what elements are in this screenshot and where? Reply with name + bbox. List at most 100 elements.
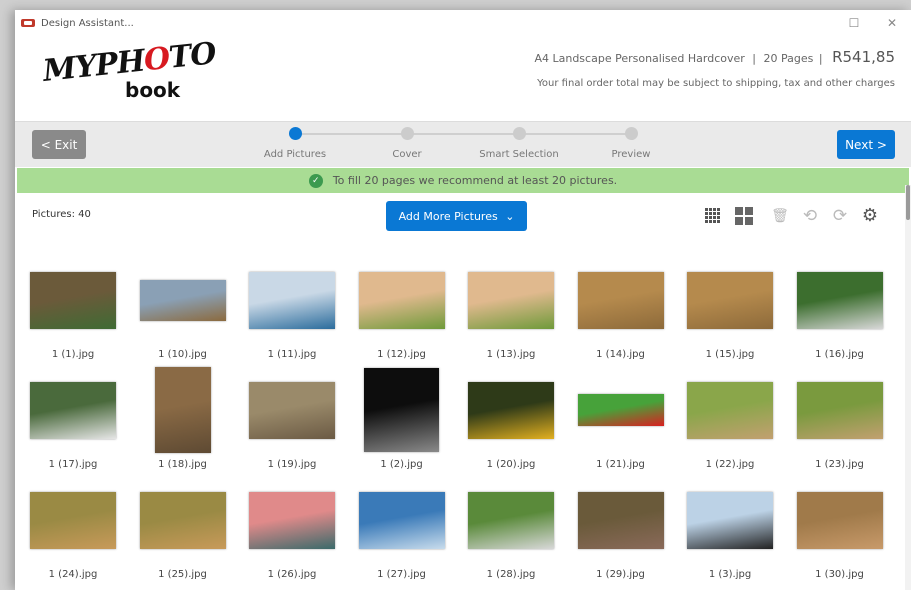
settings-gear-icon[interactable]: ⚙ bbox=[855, 205, 885, 226]
photo-image[interactable] bbox=[796, 271, 883, 329]
app-icon bbox=[21, 17, 35, 29]
photo-thumbnail[interactable]: 1 (11).jpg bbox=[242, 255, 342, 360]
photo-image[interactable] bbox=[139, 279, 226, 321]
photo-filename: 1 (18).jpg bbox=[158, 459, 207, 470]
photo-thumbnail[interactable]: 1 (2).jpg bbox=[352, 365, 452, 470]
photo-filename: 1 (20).jpg bbox=[486, 459, 536, 470]
maximize-icon[interactable]: ☐ bbox=[835, 16, 873, 30]
product-description: A4 Landscape Personalised Hardcover bbox=[534, 52, 745, 65]
photo-filename: 1 (2).jpg bbox=[380, 459, 423, 470]
photo-image[interactable] bbox=[358, 271, 445, 329]
photo-thumbnail[interactable]: 1 (29).jpg bbox=[571, 475, 671, 580]
photo-filename: 1 (14).jpg bbox=[596, 349, 645, 360]
photo-image[interactable] bbox=[687, 381, 773, 439]
photo-filename: 1 (29).jpg bbox=[596, 569, 645, 580]
photo-thumbnail[interactable]: 1 (25).jpg bbox=[133, 475, 233, 580]
photo-filename: 1 (22).jpg bbox=[705, 459, 755, 470]
photo-filename: 1 (26).jpg bbox=[267, 569, 317, 580]
photo-thumbnail[interactable]: 1 (14).jpg bbox=[571, 255, 671, 360]
rotate-left-icon[interactable]: ⟲ bbox=[795, 206, 825, 226]
photo-thumbnail[interactable]: 1 (15).jpg bbox=[680, 255, 780, 360]
photo-image[interactable] bbox=[468, 381, 554, 439]
photo-image[interactable] bbox=[249, 491, 335, 549]
price: R541,85 bbox=[832, 48, 895, 66]
photo-image[interactable] bbox=[30, 491, 116, 549]
photo-thumbnail[interactable]: 1 (23).jpg bbox=[790, 365, 890, 470]
photo-thumbnail[interactable]: 1 (13).jpg bbox=[461, 255, 561, 360]
photo-image[interactable] bbox=[249, 381, 335, 439]
photo-image[interactable] bbox=[577, 271, 664, 329]
photo-filename: 1 (23).jpg bbox=[815, 459, 864, 470]
photo-thumbnail[interactable]: 1 (24).jpg bbox=[23, 475, 123, 580]
picture-toolbar: Pictures: 40 Add More Pictures ⌄ 🗑 ⟲ ⟳ ⚙ bbox=[15, 200, 911, 232]
photo-filename: 1 (13).jpg bbox=[486, 349, 536, 360]
window-title: Design Assistant... bbox=[41, 17, 134, 29]
app-window: Design Assistant... ☐ ✕ MYPHOTO book A4 … bbox=[15, 10, 911, 590]
photo-image[interactable] bbox=[796, 491, 883, 549]
photo-thumbnail[interactable]: 1 (19).jpg bbox=[242, 365, 342, 470]
vertical-scrollbar[interactable] bbox=[905, 185, 911, 590]
exit-button[interactable]: < Exit bbox=[32, 130, 86, 159]
wizard-stepper: Add Pictures Cover Smart Selection Previ… bbox=[264, 127, 675, 165]
check-circle-icon: ✓ bbox=[308, 173, 323, 188]
photo-thumbnail[interactable]: 1 (3).jpg bbox=[680, 475, 780, 580]
photo-filename: 1 (24).jpg bbox=[48, 569, 98, 580]
photo-thumbnail[interactable]: 1 (12).jpg bbox=[352, 255, 452, 360]
scrollbar-thumb[interactable] bbox=[906, 185, 910, 220]
myphotobook-logo: MYPHOTO book bbox=[41, 36, 218, 102]
photo-thumbnail[interactable]: 1 (18).jpg bbox=[133, 365, 233, 470]
photo-filename: 1 (15).jpg bbox=[705, 349, 755, 360]
large-grid-view-icon[interactable] bbox=[735, 206, 765, 226]
photo-image[interactable] bbox=[687, 271, 773, 329]
photo-thumbnail[interactable]: 1 (1).jpg bbox=[23, 255, 123, 360]
photo-image[interactable] bbox=[249, 271, 335, 329]
photo-filename: 1 (11).jpg bbox=[267, 349, 317, 360]
photo-thumbnail[interactable]: 1 (27).jpg bbox=[352, 475, 452, 580]
trash-icon[interactable]: 🗑 bbox=[765, 208, 795, 224]
step-add-pictures[interactable]: Add Pictures bbox=[245, 127, 345, 160]
photo-filename: 1 (30).jpg bbox=[815, 569, 864, 580]
photo-thumbnail[interactable]: 1 (26).jpg bbox=[242, 475, 342, 580]
wizard-navbar: < Exit Add Pictures Cover Smart Selectio… bbox=[15, 121, 911, 167]
chevron-down-icon: ⌄ bbox=[505, 209, 515, 223]
add-more-pictures-button[interactable]: Add More Pictures ⌄ bbox=[386, 201, 527, 231]
photo-thumbnail[interactable]: 1 (16).jpg bbox=[790, 255, 890, 360]
photo-filename: 1 (10).jpg bbox=[158, 349, 207, 360]
photo-thumbnail[interactable]: 1 (20).jpg bbox=[461, 365, 561, 470]
photo-thumbnail[interactable]: 1 (17).jpg bbox=[23, 365, 123, 470]
rotate-right-icon[interactable]: ⟳ bbox=[825, 206, 855, 226]
photo-image[interactable] bbox=[468, 271, 554, 329]
photo-image[interactable] bbox=[358, 491, 445, 549]
photo-thumbnail[interactable]: 1 (10).jpg bbox=[133, 255, 233, 360]
photo-image[interactable] bbox=[577, 491, 664, 549]
photo-filename: 1 (19).jpg bbox=[267, 459, 317, 470]
small-grid-view-icon[interactable] bbox=[705, 206, 735, 226]
photo-thumbnail[interactable]: 1 (28).jpg bbox=[461, 475, 561, 580]
photo-thumbnail[interactable]: 1 (21).jpg bbox=[571, 365, 671, 470]
title-bar: Design Assistant... ☐ ✕ bbox=[15, 10, 911, 36]
step-preview[interactable]: Preview bbox=[581, 127, 681, 160]
photo-image[interactable] bbox=[468, 491, 554, 549]
photo-image[interactable] bbox=[30, 381, 116, 439]
photo-image[interactable] bbox=[364, 368, 439, 452]
step-cover[interactable]: Cover bbox=[357, 127, 457, 160]
view-tools: 🗑 ⟲ ⟳ ⚙ bbox=[705, 205, 885, 226]
photo-image[interactable] bbox=[154, 367, 211, 453]
picture-count: Pictures: 40 bbox=[32, 209, 91, 220]
close-icon[interactable]: ✕ bbox=[873, 16, 911, 30]
photo-thumbnail[interactable]: 1 (22).jpg bbox=[680, 365, 780, 470]
photo-image[interactable] bbox=[139, 491, 226, 549]
photo-image[interactable] bbox=[577, 394, 664, 426]
alert-text: To fill 20 pages we recommend at least 2… bbox=[332, 174, 618, 187]
step-smart-selection[interactable]: Smart Selection bbox=[469, 127, 569, 160]
next-button[interactable]: Next > bbox=[837, 130, 895, 159]
photo-filename: 1 (25).jpg bbox=[158, 569, 207, 580]
product-info: A4 Landscape Personalised Hardcover | 20… bbox=[534, 48, 895, 89]
photo-filename: 1 (1).jpg bbox=[51, 349, 95, 360]
photo-filename: 1 (12).jpg bbox=[377, 349, 426, 360]
photo-thumbnail[interactable]: 1 (30).jpg bbox=[790, 475, 890, 580]
photo-image[interactable] bbox=[30, 271, 116, 329]
photo-image[interactable] bbox=[687, 491, 773, 549]
photo-filename: 1 (17).jpg bbox=[48, 459, 98, 470]
photo-image[interactable] bbox=[796, 381, 883, 439]
